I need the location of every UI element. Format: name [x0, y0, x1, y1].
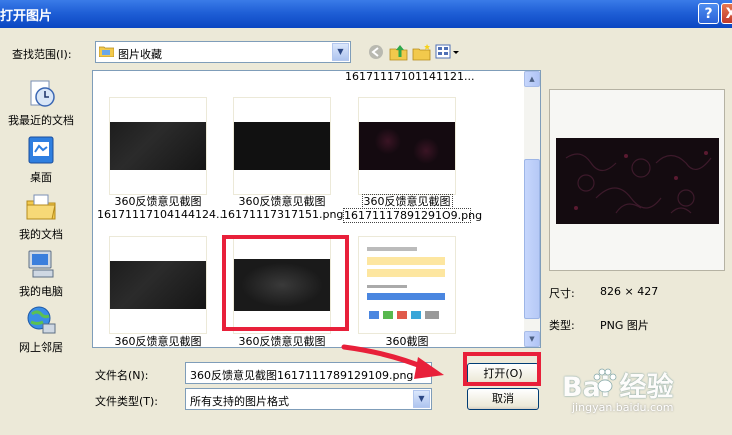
place-label: 我最近的文档: [8, 114, 74, 127]
file-caption-partial: 16171117101141121...: [345, 70, 475, 83]
file-thumbnail[interactable]: [109, 236, 207, 334]
annotation-highlight-open: [463, 352, 541, 386]
back-icon[interactable]: [366, 43, 386, 61]
type-value: PNG 图片: [600, 319, 649, 332]
place-label: 我的文档: [19, 228, 63, 241]
chevron-down-icon[interactable]: ▼: [413, 390, 430, 408]
vertical-scrollbar[interactable]: ▲ ▼: [524, 71, 540, 347]
desktop-icon: [28, 136, 54, 164]
place-my-computer[interactable]: 我的电脑: [0, 248, 82, 299]
my-computer-icon: [28, 250, 54, 278]
look-in-value: 图片收藏: [118, 48, 162, 61]
annotation-arrow-icon: [341, 344, 444, 379]
my-documents-icon: [26, 194, 56, 220]
folder-icon: [99, 46, 114, 57]
title-bar: 打开图片 ? X: [0, 0, 732, 28]
preview-image: [556, 138, 719, 224]
watermark-url: jingyan.baidu.com: [572, 401, 674, 414]
look-in-label: 查找范围(I):: [12, 48, 72, 61]
place-desktop[interactable]: 桌面: [0, 134, 82, 185]
dialog-title: 打开图片: [0, 9, 53, 24]
file-thumbnail[interactable]: [233, 97, 331, 195]
close-button[interactable]: X: [721, 3, 732, 24]
file-caption[interactable]: 360反馈意见截图: [97, 335, 219, 347]
place-label: 桌面: [30, 171, 52, 184]
look-in-select[interactable]: 图片收藏 ▼: [95, 41, 351, 63]
filename-label: 文件名(N):: [95, 369, 149, 382]
filetype-value: 所有支持的图片格式: [190, 395, 289, 408]
file-thumbnail[interactable]: [358, 236, 456, 334]
cancel-button[interactable]: 取消: [467, 388, 539, 410]
file-caption[interactable]: 360反馈意见截图 16171117104144124...: [97, 195, 226, 221]
preview-pane: [549, 89, 725, 271]
places-bar: 我最近的文档 桌面 我的文档 我的电脑 网上邻居: [0, 71, 82, 361]
size-value: 826 × 427: [600, 285, 659, 298]
view-menu-icon[interactable]: [435, 43, 461, 61]
file-thumbnail[interactable]: [109, 97, 207, 195]
file-caption[interactable]: 360反馈意见截图 16171117317151.png: [221, 195, 343, 221]
place-network[interactable]: 网上邻居: [0, 304, 82, 355]
scroll-up-icon[interactable]: ▲: [524, 71, 540, 87]
filetype-label: 文件类型(T):: [95, 395, 159, 408]
scroll-thumb[interactable]: [524, 159, 540, 319]
baidu-paw-icon: [593, 368, 617, 393]
size-label: 尺寸:: [549, 287, 575, 300]
scroll-down-icon[interactable]: ▼: [524, 331, 540, 347]
place-label: 网上邻居: [19, 341, 63, 354]
chevron-down-icon[interactable]: ▼: [332, 43, 349, 61]
annotation-highlight-thumbnail: [222, 235, 349, 331]
type-label: 类型:: [549, 319, 575, 332]
place-label: 我的电脑: [19, 285, 63, 298]
up-folder-icon[interactable]: [389, 43, 409, 61]
file-caption[interactable]: 360反馈意见截图: [221, 335, 343, 347]
filetype-select[interactable]: 所有支持的图片格式 ▼: [185, 388, 432, 410]
network-places-icon: [27, 306, 56, 334]
new-folder-icon[interactable]: [412, 43, 432, 61]
place-recent[interactable]: 我最近的文档: [0, 77, 82, 128]
file-caption-selected[interactable]: 360反馈意见截图 16171117891291O9.png: [343, 194, 482, 223]
recent-documents-icon: [30, 80, 55, 107]
file-thumbnail[interactable]: [358, 97, 456, 195]
help-button[interactable]: ?: [698, 3, 719, 24]
place-my-documents[interactable]: 我的文档: [0, 191, 82, 242]
